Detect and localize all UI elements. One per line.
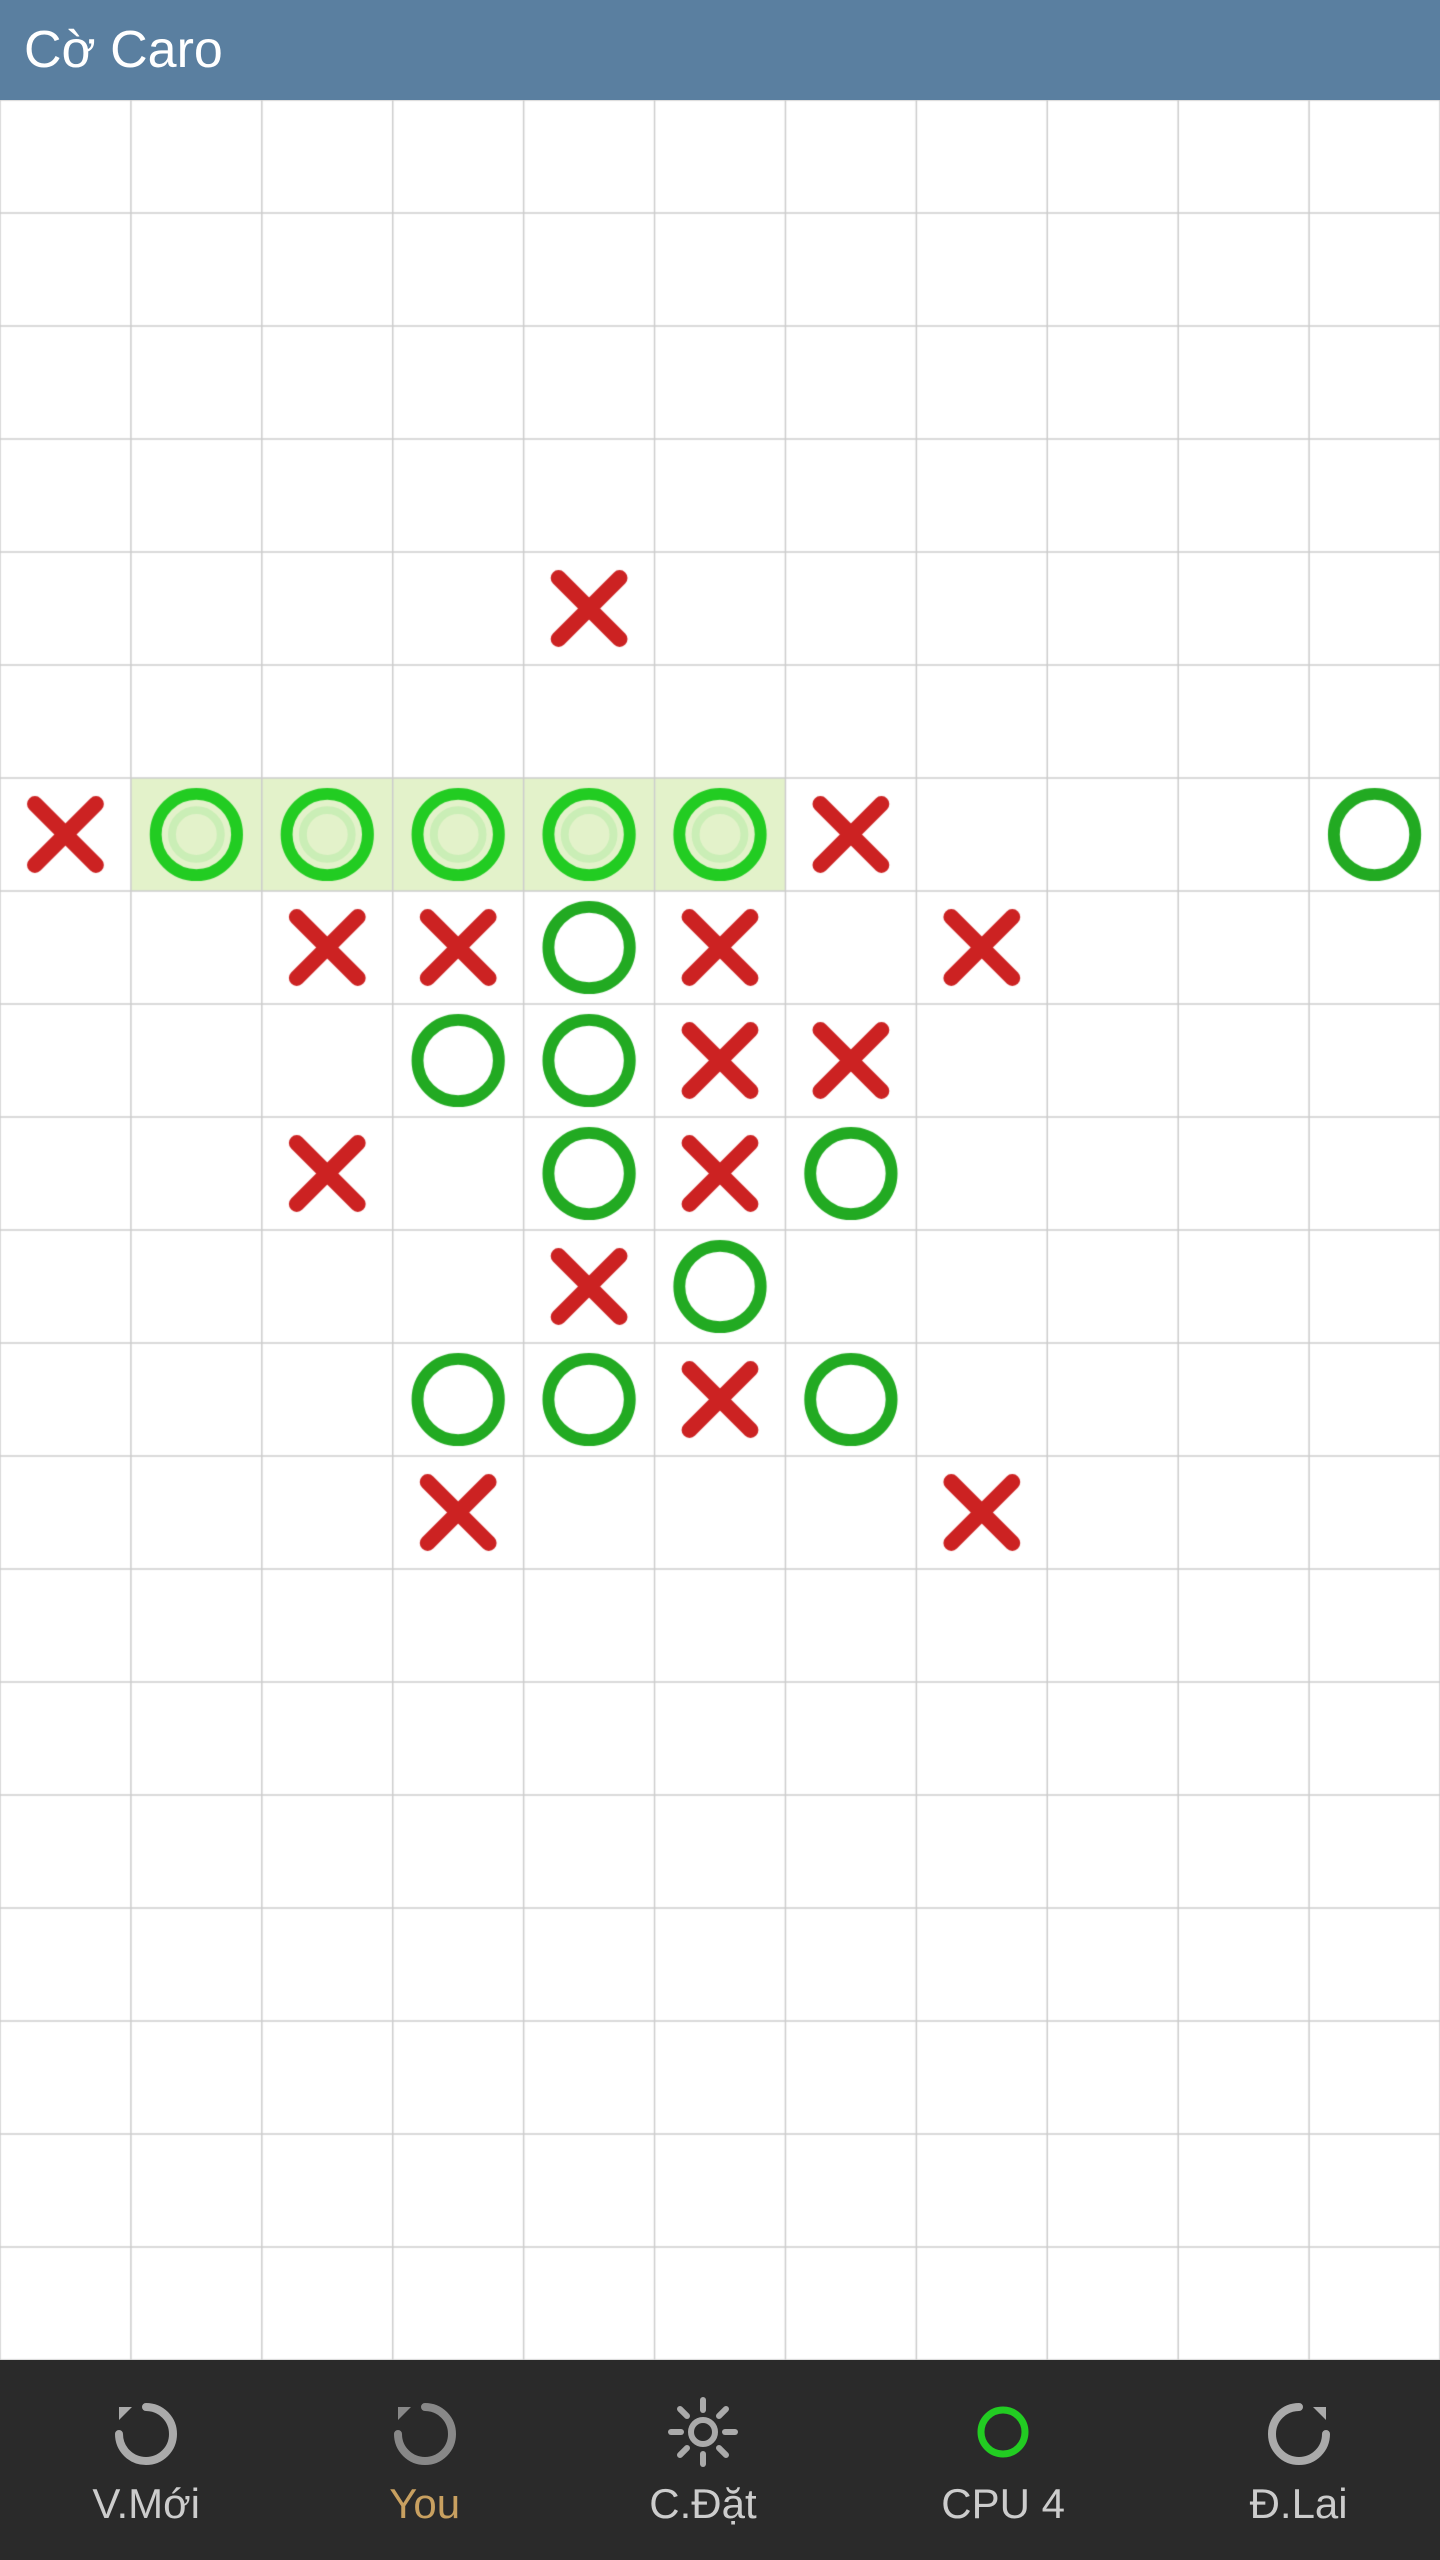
undo-button[interactable]: Đ.Lai [1250, 2392, 1348, 2528]
settings-icon [663, 2392, 743, 2472]
cpu-icon [963, 2392, 1043, 2472]
board-area[interactable] [0, 100, 1440, 2360]
settings-button[interactable]: C.Đặt [649, 2392, 756, 2528]
cpu-label: CPU 4 [941, 2480, 1065, 2528]
settings-label: C.Đặt [649, 2480, 756, 2528]
bottom-bar: V.Mới You C.Đặt CPU 4 [0, 2360, 1440, 2560]
undo-icon [1259, 2392, 1339, 2472]
game-grid[interactable] [0, 100, 1440, 2360]
new-game-button[interactable]: V.Mới [92, 2392, 200, 2528]
app-title: Cờ Caro [24, 20, 223, 80]
new-game-icon [106, 2392, 186, 2472]
cpu-button[interactable]: CPU 4 [941, 2392, 1065, 2528]
title-bar: Cờ Caro [0, 0, 1440, 100]
undo-label: Đ.Lai [1250, 2480, 1348, 2528]
you-label: You [389, 2480, 460, 2528]
you-button: You [385, 2392, 465, 2528]
new-game-label: V.Mới [92, 2480, 200, 2528]
you-icon [385, 2392, 465, 2472]
